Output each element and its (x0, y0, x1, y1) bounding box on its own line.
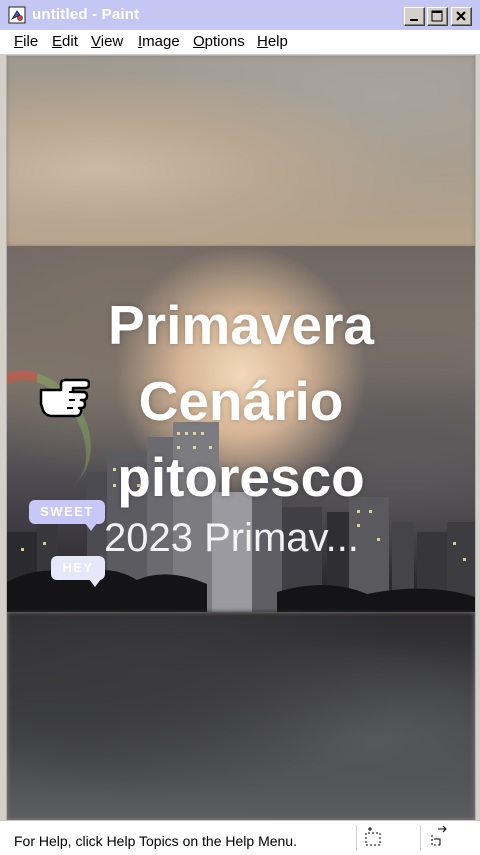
close-button[interactable] (451, 7, 472, 26)
headline-line-1: Primavera (107, 294, 375, 356)
subtitle: 2023 Primav... (104, 516, 359, 560)
selection-size-icon (365, 827, 381, 846)
pointing-hand-icon (39, 378, 91, 418)
title-bar: untitled - Paint (0, 0, 480, 30)
status-help-text: For Help, click Help Topics on the Help … (14, 833, 297, 849)
status-divider (356, 825, 357, 851)
menu-view[interactable]: View (91, 33, 123, 50)
status-bar: For Help, click Help Topics on the Help … (0, 820, 480, 855)
paint-app-icon (8, 6, 26, 24)
menu-options[interactable]: Options (193, 33, 245, 50)
menu-bar: File Edit View Image Options Help (0, 30, 480, 55)
window-title: untitled - Paint (32, 6, 140, 23)
hey-sticker: HEY (51, 556, 105, 587)
minimize-icon (410, 19, 418, 21)
menu-file[interactable]: File (14, 33, 38, 50)
maximize-button[interactable] (427, 7, 448, 26)
menu-image[interactable]: Image (138, 33, 180, 50)
blurred-background-bottom (7, 612, 475, 820)
maximize-icon (431, 10, 443, 22)
menu-help[interactable]: Help (257, 33, 288, 50)
canvas-resize-icon (431, 825, 447, 846)
close-icon (456, 11, 466, 21)
status-divider (420, 825, 421, 851)
blurred-background-top (7, 56, 475, 246)
drawing-canvas[interactable]: Primavera Cenário pitoresco 2023 Primav.… (6, 55, 476, 821)
minimize-button[interactable] (404, 7, 425, 26)
menu-edit[interactable]: Edit (52, 33, 78, 50)
sweet-sticker: SWEET (29, 500, 105, 531)
